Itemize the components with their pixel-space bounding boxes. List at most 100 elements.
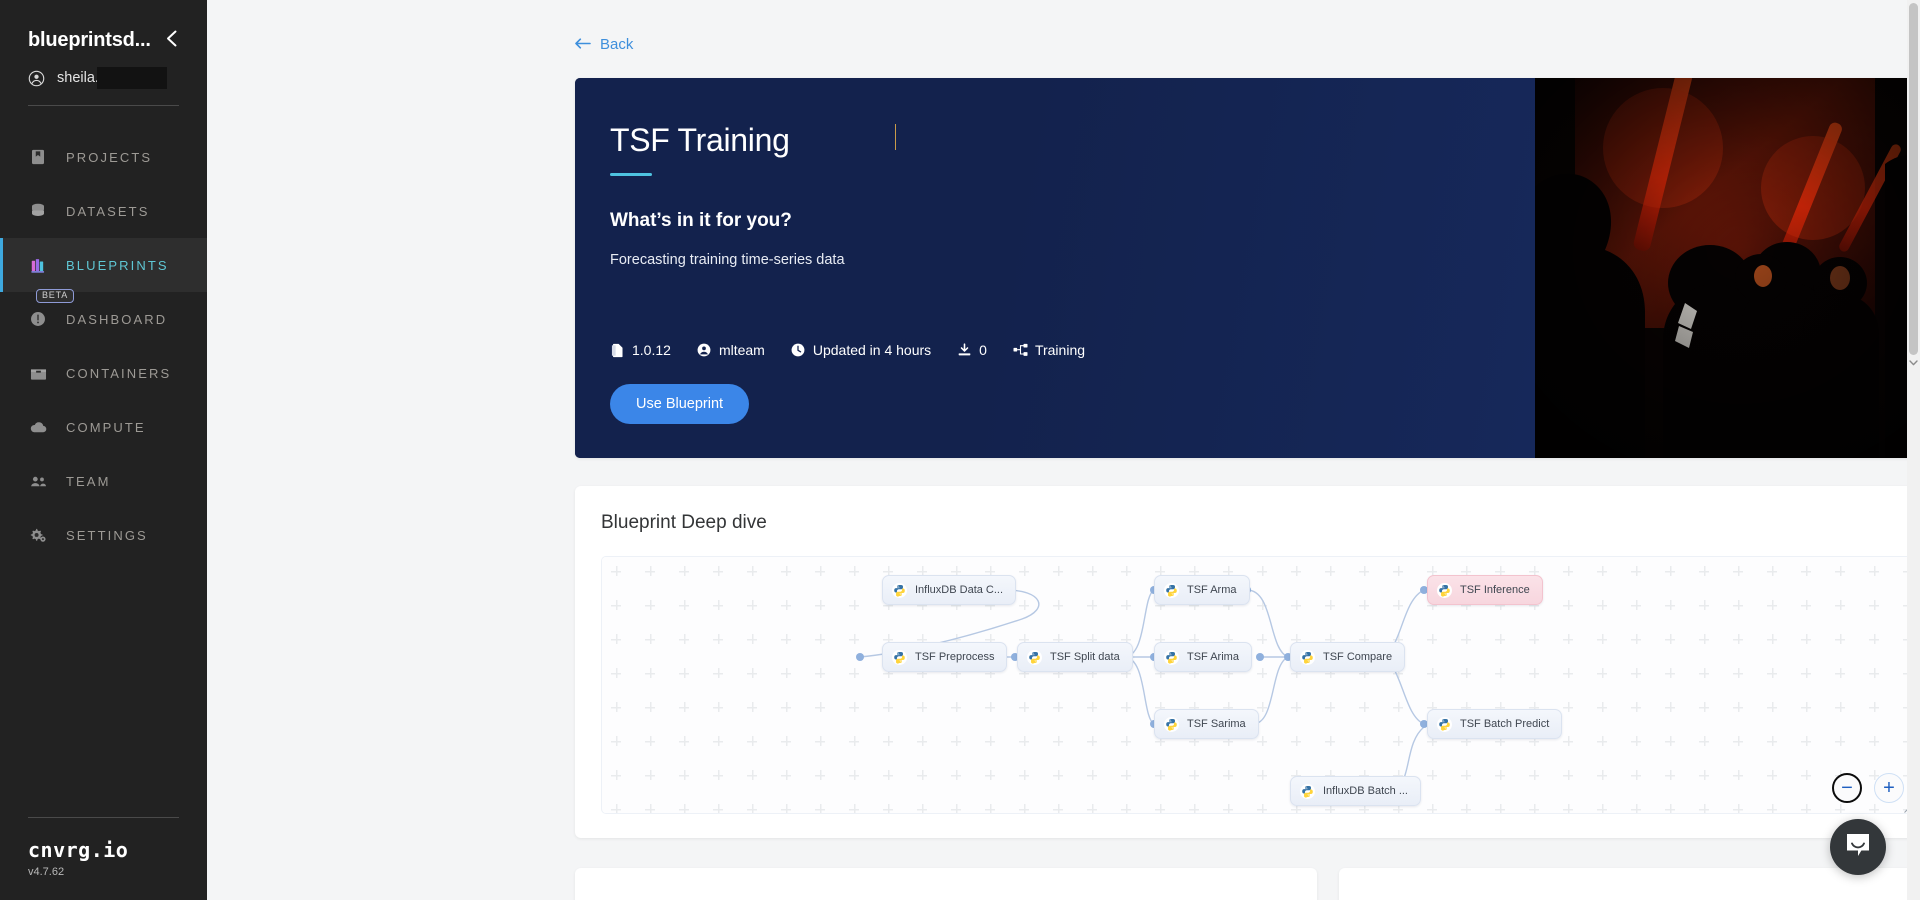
sidebar-item-projects[interactable]: PROJECTS [0,130,207,184]
sidebar-item-settings[interactable]: SETTINGS [0,508,207,562]
meta-task-type: Training [1013,342,1085,358]
flow-zoom-controls: − + [1832,773,1904,803]
flow-node-tsf-batch-predict[interactable]: TSF Batch Predict [1427,709,1563,739]
sidebar-divider [28,105,179,106]
intercom-launcher-button[interactable] [1830,819,1886,875]
cloud-icon [28,417,48,437]
sidebar-user[interactable]: sheila. [0,53,207,89]
sidebar-footer-divider [28,817,179,818]
sidebar-item-blueprints[interactable]: BETA BLUEPRINTS [0,238,207,303]
back-link[interactable]: Back [575,36,633,53]
flow-node-label: InfluxDB Batch ... [1323,785,1408,797]
chevron-left-icon[interactable] [160,28,183,53]
deep-dive-title: Blueprint Deep dive [601,512,767,533]
sidebar-item-containers[interactable]: CONTAINERS [0,346,207,400]
database-icon [28,201,48,221]
gears-icon [28,525,48,545]
scrollbar-down-arrow-icon[interactable] [1908,355,1919,366]
sidebar-item-label: PROJECTS [66,149,153,165]
sidebar-item-label: SETTINGS [66,527,148,543]
python-icon [1300,649,1315,665]
sidebar-nav: PROJECTS DATASETS BETA BLUEPRINTS DASHBO… [0,130,207,562]
account-icon [697,343,712,358]
python-icon [1437,582,1452,598]
flow-node-tsf-arima[interactable]: TSF Arima [1154,642,1252,672]
title-underline [610,173,652,176]
chat-bubble-icon [1845,832,1871,863]
flow-node-label: TSF Batch Predict [1460,718,1550,730]
flow-node-label: TSF Sarima [1187,718,1246,730]
sidebar-footer: cnvrg.io v4.7.62 [0,817,207,900]
hero-subtitle: What’s in it for you? [610,210,792,231]
hero-image-artwork [1535,78,1920,458]
book-icon [28,147,48,167]
cnvrg-logo: cnvrg.io [28,838,129,862]
flow-node-tsf-arma[interactable]: TSF Arma [1154,575,1250,605]
use-blueprint-button[interactable]: Use Blueprint [610,384,750,424]
flow-node-influxdb-batch[interactable]: InfluxDB Batch ... [1290,776,1421,806]
python-icon [892,649,907,665]
flow-node-tsf-preprocess[interactable]: TSF Preprocess [882,642,1008,672]
back-label: Back [600,36,634,53]
flow-node-label: TSF Preprocess [915,651,995,663]
meta-author: mlteam [697,342,765,358]
sidebar: blueprintsd... sheila. PROJECTS DATASETS… [0,0,207,900]
flow-node-label: TSF Inference [1460,584,1530,596]
hero-description: Forecasting training time-series data [610,252,845,268]
hero-left-panel: TSF Training What’s in it for you? Forec… [575,78,1535,458]
books-icon: BETA [28,255,75,303]
flow-icon [1013,343,1028,358]
bottom-card-right [1339,868,1920,900]
sidebar-item-label: DATASETS [66,203,150,219]
flow-edges [856,586,1428,795]
blueprint-hero-card: TSF Training What’s in it for you? Forec… [575,78,1920,458]
flow-node-tsf-compare[interactable]: TSF Compare [1290,642,1406,672]
flow-node-tsf-inference[interactable]: TSF Inference [1427,575,1543,605]
python-icon [1300,783,1315,799]
sidebar-item-label: COMPUTE [66,419,146,435]
python-icon [1437,716,1452,732]
app-version: v4.7.62 [28,866,65,878]
people-icon [28,471,48,491]
flow-node-tsf-sarima[interactable]: TSF Sarima [1154,709,1259,739]
arrow-left-icon [575,37,592,52]
sidebar-item-label: DASHBOARD [66,311,168,327]
main-content: Back TSF Training What’s in it for you? … [207,0,1920,900]
sidebar-item-dashboard[interactable]: DASHBOARD [0,292,207,346]
meta-updated-label: Updated in 4 hours [812,342,932,358]
meta-updated: Updated in 4 hours [791,342,931,358]
flow-node-label: TSF Compare [1323,651,1393,663]
blueprint-deep-dive-card: Blueprint Deep dive InfluxDB Data C... T… [575,486,1920,838]
account-circle-icon [28,70,45,87]
python-icon [1164,582,1179,598]
flow-node-label: TSF Arma [1187,584,1237,596]
sidebar-item-compute[interactable]: COMPUTE [0,400,207,454]
meta-downloads-label: 0 [979,342,987,358]
bottom-card-left [575,868,1317,900]
app-root: blueprintsd... sheila. PROJECTS DATASETS… [0,0,1920,900]
sidebar-item-team[interactable]: TEAM [0,454,207,508]
zoom-in-button[interactable]: + [1874,773,1904,803]
meta-author-label: mlteam [718,342,765,358]
hero-image [1535,78,1920,458]
flow-node-label: TSF Arima [1187,651,1239,663]
bottom-cards-row [575,868,1920,900]
flow-node-label: TSF Split data [1050,651,1120,663]
hero-meta-row: 1.0.12 mlteam Updated in 4 hours 0 Train… [610,342,1495,358]
flow-node-influxdb-data-c[interactable]: InfluxDB Data C... [882,575,1017,605]
meta-version: 1.0.12 [610,342,671,358]
clock-icon [791,343,806,358]
page-scrollbar-thumb[interactable] [1909,3,1918,355]
redacted-user-suffix [96,67,167,89]
flow-canvas[interactable]: InfluxDB Data C... TSF Preprocess TSF Sp… [601,556,1919,814]
sidebar-header: blueprintsd... [0,0,207,53]
file-icon [610,343,625,358]
sidebar-item-datasets[interactable]: DATASETS [0,184,207,238]
meta-task-type-label: Training [1034,342,1086,358]
zoom-out-button[interactable]: − [1832,773,1862,803]
flow-node-tsf-split-data[interactable]: TSF Split data [1017,642,1133,672]
python-icon [1164,649,1179,665]
python-icon [892,582,907,598]
text-caret [895,124,896,150]
